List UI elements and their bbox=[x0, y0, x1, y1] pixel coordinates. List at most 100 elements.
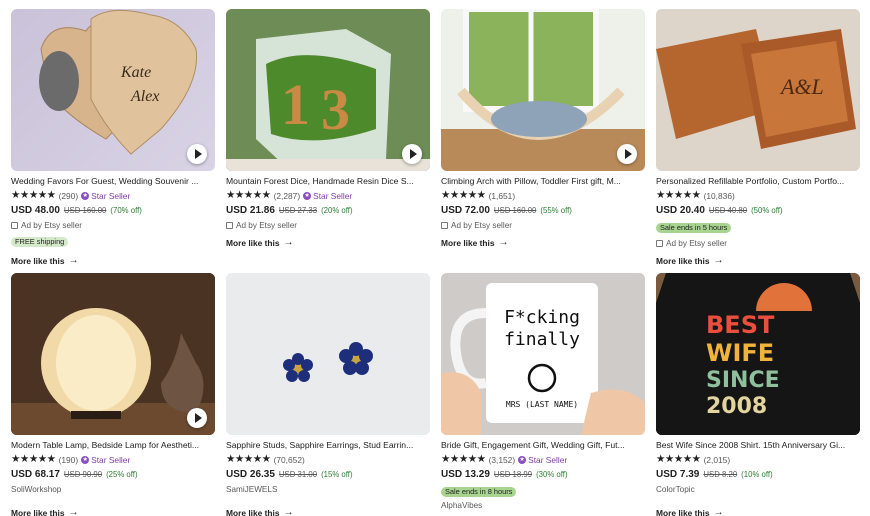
shirt-text-line-2: WIFE bbox=[706, 339, 774, 367]
mug-icon: F*cking finally MRS (LAST NAME) bbox=[441, 273, 645, 435]
more-like-this-link[interactable]: More like this → bbox=[11, 507, 215, 516]
sale-price: USD 68.17 bbox=[11, 469, 60, 480]
play-video-icon[interactable] bbox=[187, 144, 207, 164]
listing-title[interactable]: Best Wife Since 2008 Shirt. 15th Anniver… bbox=[656, 440, 860, 451]
shirt-text-line-4: 2008 bbox=[706, 394, 767, 419]
shop-name[interactable]: SoliWorkshop bbox=[11, 484, 215, 495]
listing-card[interactable]: Sapphire Studs, Sapphire Earrings, Stud … bbox=[226, 273, 430, 516]
listing-card[interactable]: Kate Alex Wedding Favors For Guest, Wedd… bbox=[11, 9, 215, 266]
play-video-icon[interactable] bbox=[402, 144, 422, 164]
price-row: USD 13.29 USD 18.99 (30% off) bbox=[441, 469, 645, 481]
listing-image[interactable] bbox=[11, 273, 215, 435]
shop-name[interactable]: ColorTopic bbox=[656, 484, 860, 495]
review-count: (1,651) bbox=[488, 190, 516, 201]
ad-label: Ad by Etsy seller bbox=[441, 220, 645, 231]
listing-image[interactable]: Kate Alex bbox=[11, 9, 215, 171]
rating: ★★★★★ (3,152) ★ Star Seller bbox=[441, 454, 645, 465]
listing-card[interactable]: BEST WIFE SINCE 2008 Best Wife Since 200… bbox=[656, 273, 860, 516]
shop-name[interactable]: SamiJEWELS bbox=[226, 484, 430, 495]
svg-text:3: 3 bbox=[321, 77, 350, 142]
listing-image[interactable]: BEST WIFE SINCE 2008 bbox=[656, 273, 860, 435]
review-count: (70,652) bbox=[273, 454, 305, 465]
shop-icon bbox=[441, 222, 448, 229]
original-price: USD 90.90 bbox=[63, 470, 103, 479]
ad-label: Ad by Etsy seller bbox=[226, 220, 430, 231]
arrow-right-icon: → bbox=[283, 237, 294, 248]
more-like-this-link[interactable]: More like this → bbox=[11, 255, 215, 266]
play-video-icon[interactable] bbox=[187, 408, 207, 428]
rating: ★★★★★ (190) ★ Star Seller bbox=[11, 454, 215, 465]
svg-text:Alex: Alex bbox=[130, 88, 159, 105]
play-video-icon[interactable] bbox=[617, 144, 637, 164]
star-seller-badge: ★ Star Seller bbox=[518, 454, 568, 465]
sale-ends-tag: Sale ends in 5 hours bbox=[656, 223, 732, 233]
original-price: USD 160.00 bbox=[63, 206, 107, 215]
arrow-right-icon: → bbox=[713, 255, 724, 266]
discount: (10% off) bbox=[741, 470, 773, 479]
original-price: USD 18.99 bbox=[493, 470, 533, 479]
mug-text-line-3: MRS (LAST NAME) bbox=[506, 400, 578, 409]
star-seller-badge: ★ Star Seller bbox=[81, 190, 131, 201]
price-row: USD 26.35 USD 31.00 (15% off) bbox=[226, 469, 430, 481]
more-like-this-link[interactable]: More like this → bbox=[441, 237, 645, 248]
discount: (55% off) bbox=[540, 206, 572, 215]
listing-title[interactable]: Personalized Refillable Portfolio, Custo… bbox=[656, 176, 860, 187]
shop-name[interactable]: AlphaVibes bbox=[441, 500, 645, 511]
star-seller-badge: ★ Star Seller bbox=[81, 454, 131, 465]
rating-stars-icon: ★★★★★ bbox=[11, 453, 56, 465]
listing-title[interactable]: Climbing Arch with Pillow, Toddler First… bbox=[441, 176, 645, 187]
listing-title[interactable]: Sapphire Studs, Sapphire Earrings, Stud … bbox=[226, 440, 430, 451]
sale-price: USD 72.00 bbox=[441, 205, 490, 216]
review-count: (290) bbox=[58, 190, 79, 201]
rating-stars-icon: ★★★★★ bbox=[656, 189, 701, 201]
listing-image[interactable]: A&L bbox=[656, 9, 860, 171]
listing-image[interactable] bbox=[441, 9, 645, 171]
svg-text:A&L: A&L bbox=[779, 74, 824, 99]
sale-price: USD 26.35 bbox=[226, 469, 275, 480]
sale-ends-tag: Sale ends in 8 hours bbox=[441, 487, 517, 497]
listing-title[interactable]: Bride Gift, Engagement Gift, Wedding Gif… bbox=[441, 440, 645, 451]
arrow-right-icon: → bbox=[68, 507, 79, 516]
listing-grid: Kate Alex Wedding Favors For Guest, Wedd… bbox=[0, 0, 870, 516]
original-price: USD 27.33 bbox=[278, 206, 318, 215]
table-lamp-icon bbox=[11, 273, 215, 435]
price-row: USD 7.39 USD 8.20 (10% off) bbox=[656, 469, 860, 481]
rating-stars-icon: ★★★★★ bbox=[226, 453, 271, 465]
more-like-this-link[interactable]: More like this → bbox=[226, 507, 430, 516]
rating: ★★★★★ (2,287) ★ Star Seller bbox=[226, 190, 430, 201]
listing-card[interactable]: 1 3 Mountain Forest Dice, Handmade Resin… bbox=[226, 9, 430, 248]
listing-card[interactable]: Climbing Arch with Pillow, Toddler First… bbox=[441, 9, 645, 248]
listing-title[interactable]: Modern Table Lamp, Bedside Lamp for Aest… bbox=[11, 440, 215, 451]
original-price: USD 40.80 bbox=[708, 206, 748, 215]
engraved-names: Kate bbox=[120, 64, 151, 81]
shirt-text-line-1: BEST bbox=[706, 311, 775, 339]
discount: (25% off) bbox=[106, 470, 138, 479]
shop-icon bbox=[11, 222, 18, 229]
price-row: USD 68.17 USD 90.90 (25% off) bbox=[11, 469, 215, 481]
sale-price: USD 13.29 bbox=[441, 469, 490, 480]
rating: ★★★★★ (1,651) bbox=[441, 190, 645, 201]
mug-text-line-1: F*cking bbox=[504, 307, 580, 328]
price-row: USD 72.00 USD 160.00 (55% off) bbox=[441, 205, 645, 217]
more-like-this-link[interactable]: More like this → bbox=[226, 237, 430, 248]
more-like-this-link[interactable]: More like this → bbox=[656, 255, 860, 266]
resin-dice-icon: 1 3 bbox=[226, 9, 430, 171]
review-count: (2,287) bbox=[273, 190, 301, 201]
original-price: USD 8.20 bbox=[703, 470, 738, 479]
listing-card[interactable]: A&L Personalized Refillable Portfolio, C… bbox=[656, 9, 860, 266]
listing-image[interactable]: F*cking finally MRS (LAST NAME) bbox=[441, 273, 645, 435]
listing-title[interactable]: Mountain Forest Dice, Handmade Resin Dic… bbox=[226, 176, 430, 187]
sapphire-earrings-icon bbox=[226, 273, 430, 435]
listing-card[interactable]: Modern Table Lamp, Bedside Lamp for Aest… bbox=[11, 273, 215, 516]
ad-label: Ad by Etsy seller bbox=[11, 220, 215, 231]
star-seller-icon: ★ bbox=[81, 191, 90, 200]
listing-card[interactable]: F*cking finally MRS (LAST NAME) Bride Gi… bbox=[441, 273, 645, 511]
shop-icon bbox=[656, 240, 663, 247]
arrow-right-icon: → bbox=[713, 507, 724, 516]
more-like-this-link[interactable]: More like this → bbox=[656, 507, 860, 516]
arrow-right-icon: → bbox=[68, 255, 79, 266]
listing-image[interactable]: 1 3 bbox=[226, 9, 430, 171]
svg-text:1: 1 bbox=[281, 72, 310, 137]
listing-image[interactable] bbox=[226, 273, 430, 435]
listing-title[interactable]: Wedding Favors For Guest, Wedding Souven… bbox=[11, 176, 215, 187]
